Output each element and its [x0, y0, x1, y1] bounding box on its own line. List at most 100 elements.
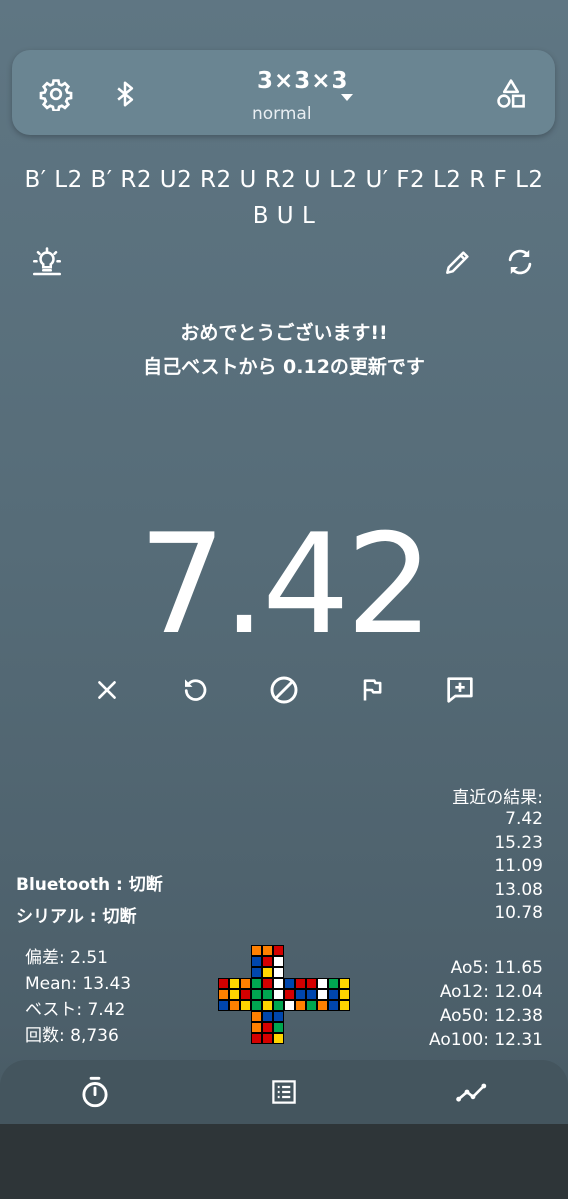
nav-statistics[interactable]	[453, 1072, 493, 1112]
cube-sticker	[240, 1000, 251, 1011]
cube-sticker	[328, 1000, 339, 1011]
bottom-nav	[0, 1060, 568, 1124]
hint-button[interactable]	[27, 242, 67, 282]
cube-sticker	[262, 945, 273, 956]
pb-message: おめでとうございます!! 自己ベストから 0.12の更新です	[0, 316, 568, 384]
cube-sticker	[273, 1000, 284, 1011]
cube-sticker	[284, 1000, 295, 1011]
stat-deviation: 偏差: 2.51	[25, 948, 108, 968]
nav-results[interactable]	[264, 1072, 304, 1112]
cube-sticker	[273, 967, 284, 978]
cube-sticker	[328, 989, 339, 1000]
nav-timer[interactable]	[75, 1072, 115, 1112]
system-navigation-bar	[0, 1124, 568, 1199]
cube-sticker	[317, 978, 328, 989]
plus-two-button[interactable]	[175, 670, 215, 710]
cube-sticker	[262, 956, 273, 967]
recent-result[interactable]: 10.78	[494, 902, 543, 926]
cube-sticker	[295, 1000, 306, 1011]
stat-mean: Mean: 13.43	[25, 974, 132, 994]
cube-sticker	[251, 989, 262, 1000]
recent-result[interactable]: 7.42	[494, 808, 543, 832]
cube-sticker	[251, 1011, 262, 1022]
cube-sticker	[229, 989, 240, 1000]
new-scramble-button[interactable]	[500, 242, 540, 282]
cube-sticker	[240, 978, 251, 989]
cube-sticker	[273, 1033, 284, 1044]
serial-status: シリアル : 切断	[16, 907, 137, 927]
cube-sticker	[306, 989, 317, 1000]
cube-sticker	[218, 989, 229, 1000]
cube-sticker	[328, 978, 339, 989]
puzzle-dropdown[interactable]	[338, 88, 356, 107]
cube-sticker	[295, 978, 306, 989]
timer-display[interactable]: 7.42	[0, 505, 568, 665]
stat-ao50: Ao50: 12.38	[439, 1006, 543, 1026]
cube-sticker	[251, 945, 262, 956]
cube-sticker	[317, 989, 328, 1000]
cube-sticker	[229, 1000, 240, 1011]
cube-sticker	[262, 1033, 273, 1044]
cube-sticker	[251, 1000, 262, 1011]
refresh-icon	[508, 249, 532, 275]
cube-sticker	[273, 1022, 284, 1033]
close-icon	[98, 681, 116, 699]
pb-message-line1: おめでとうございます!!	[180, 322, 388, 344]
recent-result[interactable]: 15.23	[494, 832, 543, 856]
gear-icon	[39, 79, 73, 111]
cube-sticker	[251, 1022, 262, 1033]
cube-sticker	[284, 989, 295, 1000]
cube-sticker	[218, 978, 229, 989]
cube-sticker	[339, 1000, 350, 1011]
cube-sticker	[317, 1000, 328, 1011]
cube-net	[218, 945, 350, 1044]
shapes-button[interactable]	[492, 75, 530, 113]
cube-sticker	[273, 989, 284, 1000]
comment-button[interactable]	[440, 670, 480, 710]
cube-sticker	[262, 967, 273, 978]
cube-sticker	[229, 978, 240, 989]
cube-sticker	[262, 1011, 273, 1022]
cube-sticker	[262, 1000, 273, 1011]
shapes-icon	[497, 79, 525, 108]
stat-count: 回数: 8,736	[25, 1026, 119, 1046]
stat-best: ベスト: 7.42	[25, 1000, 126, 1020]
bluetooth-button[interactable]	[106, 75, 144, 113]
cube-sticker	[240, 989, 251, 1000]
cube-sticker	[273, 945, 284, 956]
flag-button[interactable]	[352, 670, 392, 710]
settings-button[interactable]	[37, 75, 75, 113]
cube-sticker	[218, 1000, 229, 1011]
dropdown-arrow-icon	[341, 94, 353, 101]
cube-sticker	[306, 978, 317, 989]
cube-sticker	[273, 956, 284, 967]
puzzle-selector[interactable]: 3×3×3	[257, 68, 349, 94]
cube-sticker	[251, 967, 262, 978]
cube-sticker	[339, 989, 350, 1000]
pb-message-line2: 自己ベストから 0.12の更新です	[143, 356, 425, 378]
cube-sticker	[251, 978, 262, 989]
cube-sticker	[262, 1022, 273, 1033]
cube-sticker	[306, 1000, 317, 1011]
dnf-icon	[270, 676, 298, 704]
dnf-button[interactable]	[264, 670, 304, 710]
scramble-text[interactable]: B′ L2 B′ R2 U2 R2 U R2 U L2 U′ F2 L2 R F…	[20, 162, 548, 234]
cube-sticker	[295, 989, 306, 1000]
cube-sticker	[262, 989, 273, 1000]
bluetooth-status: Bluetooth : 切断	[16, 875, 163, 895]
flag-icon	[363, 679, 382, 701]
puzzle-mode[interactable]: normal	[252, 104, 312, 124]
cube-sticker	[339, 978, 350, 989]
stat-ao100: Ao100: 12.31	[429, 1030, 543, 1050]
recent-result[interactable]: 11.09	[494, 855, 543, 879]
recent-result[interactable]: 13.08	[494, 879, 543, 903]
cube-sticker	[273, 1011, 284, 1022]
cube-sticker	[251, 1033, 262, 1044]
pencil-icon	[446, 251, 469, 274]
delete-solve-button[interactable]	[87, 670, 127, 710]
chart-icon	[456, 1083, 487, 1102]
cube-sticker	[273, 978, 284, 989]
cube-sticker	[284, 978, 295, 989]
edit-scramble-button[interactable]	[438, 242, 478, 282]
bluetooth-icon	[117, 81, 134, 107]
